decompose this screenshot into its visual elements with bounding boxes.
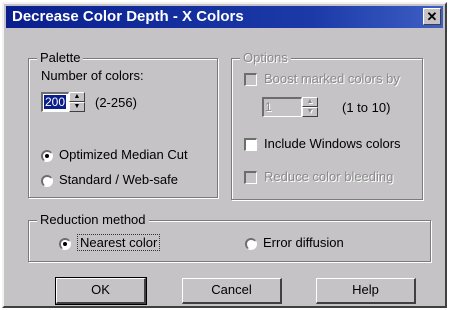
- spin-up-icon[interactable]: ▲: [302, 97, 318, 107]
- boost-marked-colors-checkbox[interactable]: [244, 73, 257, 86]
- include-windows-colors-label[interactable]: Include Windows colors: [264, 136, 401, 151]
- boost-amount-range: (1 to 10): [342, 100, 391, 115]
- help-button[interactable]: Help: [316, 278, 416, 304]
- palette-legend: Palette: [37, 50, 84, 65]
- spin-down-icon[interactable]: ▼: [69, 102, 85, 112]
- error-diffusion-label[interactable]: Error diffusion: [263, 235, 344, 250]
- radio-error-diffusion[interactable]: [245, 238, 257, 250]
- include-windows-colors-checkbox[interactable]: [244, 138, 257, 151]
- optimized-median-cut-label[interactable]: Optimized Median Cut: [59, 147, 188, 162]
- ok-button[interactable]: OK: [55, 277, 147, 305]
- spin-up-icon[interactable]: ▲: [69, 92, 85, 102]
- palette-group: Palette Number of colors: 200 ▲ ▼ (2-256…: [28, 50, 218, 198]
- reduce-color-bleeding-checkbox[interactable]: [244, 171, 257, 184]
- options-legend: Options: [240, 50, 291, 65]
- number-of-colors-range: (2-256): [95, 95, 137, 110]
- radio-standard-web-safe[interactable]: [41, 175, 53, 187]
- boost-amount-input[interactable]: 1: [262, 97, 302, 117]
- radio-nearest-color[interactable]: [59, 238, 71, 250]
- nearest-color-label[interactable]: Nearest color: [77, 234, 161, 251]
- radio-optimized-median-cut[interactable]: [41, 150, 53, 162]
- number-of-colors-label: Number of colors:: [41, 68, 144, 83]
- close-icon: ✕: [426, 9, 438, 24]
- number-of-colors-value: 200: [44, 95, 67, 109]
- reduction-method-group: Reduction method Nearest color Error dif…: [28, 212, 431, 262]
- number-of-colors-spinner[interactable]: ▲ ▼: [69, 92, 85, 112]
- reduction-method-legend: Reduction method: [37, 212, 149, 227]
- number-of-colors-input[interactable]: 200: [41, 92, 69, 112]
- cancel-button[interactable]: Cancel: [182, 278, 282, 304]
- reduce-color-bleeding-label: Reduce color bleeding: [264, 169, 394, 184]
- boost-amount-spinner[interactable]: ▲ ▼: [302, 97, 318, 117]
- spin-down-icon[interactable]: ▼: [302, 107, 318, 117]
- options-group: Options Boost marked colors by 1 ▲ ▼ (1 …: [231, 50, 423, 200]
- title-bar: Decrease Color Depth - X Colors ✕: [6, 6, 443, 28]
- close-button[interactable]: ✕: [423, 8, 441, 25]
- window-title: Decrease Color Depth - X Colors: [12, 8, 244, 25]
- nearest-color-text: Nearest color: [77, 234, 161, 251]
- boost-amount-value: 1: [265, 100, 272, 114]
- boost-marked-colors-label: Boost marked colors by: [264, 71, 400, 86]
- standard-web-safe-label[interactable]: Standard / Web-safe: [59, 172, 178, 187]
- decrease-color-depth-dialog: Decrease Color Depth - X Colors ✕ Palett…: [2, 2, 447, 308]
